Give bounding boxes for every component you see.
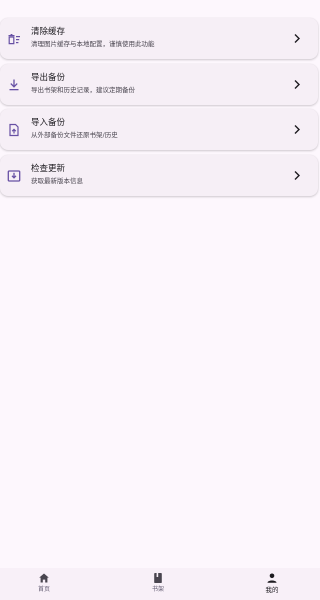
nav-mine[interactable]: 我的 (242, 572, 302, 594)
clear-cache-desc: 清理图片缓存与本地配置，谨慎使用此功能 (31, 40, 155, 48)
check-update-item[interactable]: 检查更新 获取最新版本信息 (0, 154, 318, 196)
bottom-navigation: 首页 书架 我的 (0, 568, 320, 600)
nav-mine-label: 我的 (265, 586, 279, 594)
chevron-right-icon (293, 124, 301, 135)
settings-list: 清除缓存 清理图片缓存与本地配置，谨慎使用此功能 导出备份 导出书架和历史记录，… (0, 18, 320, 200)
upload-file-icon (7, 123, 21, 137)
person-icon (266, 572, 278, 584)
import-backup-desc: 从外部备份文件还原书架/历史 (31, 131, 118, 139)
check-update-title: 检查更新 (31, 163, 66, 174)
system-update-icon (7, 169, 21, 183)
import-backup-item[interactable]: 导入备份 从外部备份文件还原书架/历史 (0, 109, 318, 150)
export-backup-item[interactable]: 导出备份 导出书架和历史记录，建议定期备份 (0, 63, 318, 105)
nav-bookshelf-label: 书架 (151, 586, 164, 593)
download-icon (7, 78, 21, 92)
export-backup-desc: 导出书架和历史记录，建议定期备份 (31, 85, 135, 94)
clear-cache-title: 清除缓存 (31, 27, 66, 37)
chevron-right-icon (293, 170, 301, 181)
chevron-right-icon (293, 79, 301, 90)
import-backup-title: 导入备份 (31, 118, 66, 128)
nav-bookshelf[interactable]: 书架 (128, 572, 188, 594)
home-icon (38, 572, 50, 584)
book-icon (152, 572, 164, 584)
export-backup-title: 导出备份 (31, 72, 66, 83)
nav-home-label: 首页 (37, 586, 50, 593)
check-update-desc: 获取最新版本信息 (31, 176, 83, 185)
clear-cache-icon (7, 32, 21, 46)
clear-cache-item[interactable]: 清除缓存 清理图片缓存与本地配置，谨慎使用此功能 (0, 18, 318, 59)
nav-home[interactable]: 首页 (14, 572, 74, 594)
chevron-right-icon (293, 33, 301, 44)
settings-page: 清除缓存 清理图片缓存与本地配置，谨慎使用此功能 导出备份 导出书架和历史记录，… (0, 0, 320, 600)
